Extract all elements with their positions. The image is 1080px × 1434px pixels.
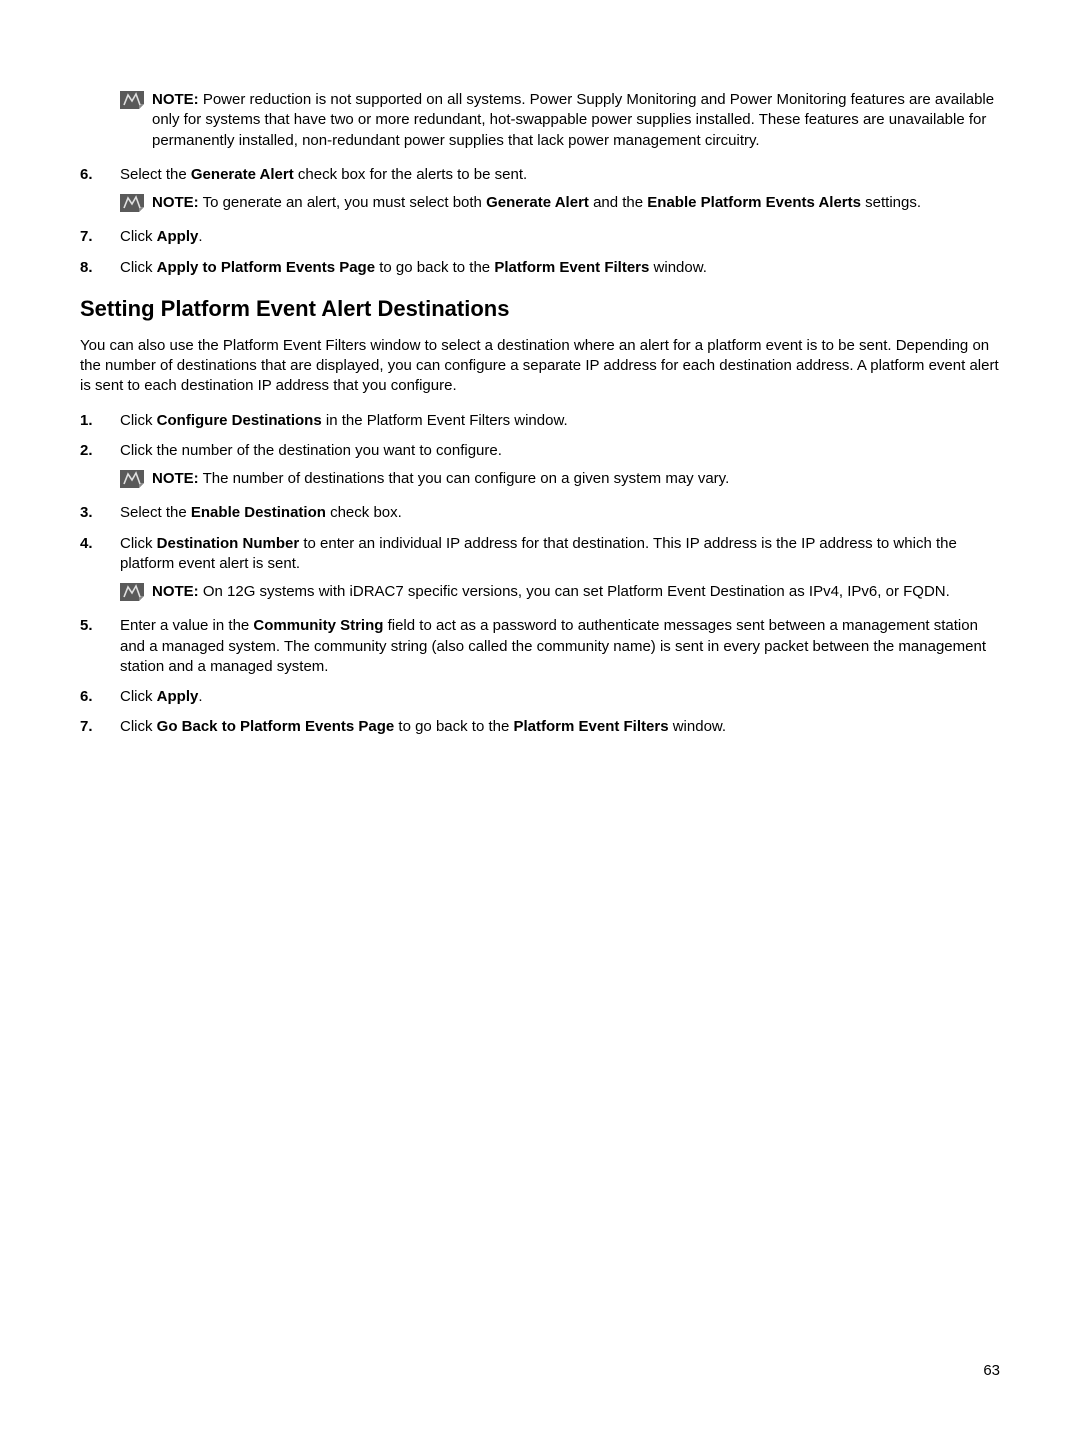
note-body: Power reduction is not supported on all …: [152, 91, 994, 149]
note-block: NOTE: To generate an alert, you must sel…: [120, 193, 1000, 213]
text: Click the number of the destination you …: [120, 442, 502, 459]
list-number: 6.: [80, 165, 120, 218]
text: Select the: [120, 504, 191, 521]
text: and the: [589, 194, 647, 211]
text: window.: [669, 718, 727, 735]
text: Click: [120, 718, 157, 735]
intro-paragraph: You can also use the Platform Event Filt…: [80, 336, 1000, 397]
list-number: 7.: [80, 227, 120, 247]
text: window.: [649, 259, 707, 276]
list-item: 6. Click Apply.: [80, 687, 1000, 707]
term: Apply: [157, 688, 199, 705]
note-icon: [120, 194, 144, 212]
term: Apply to Platform Events Page: [157, 259, 375, 276]
list-body: Click Configure Destinations in the Plat…: [120, 411, 1000, 431]
indent-pad: [80, 90, 120, 155]
text: .: [198, 228, 202, 245]
document-page: NOTE: Power reduction is not supported o…: [0, 0, 1080, 788]
term: Enable Destination: [191, 504, 326, 521]
text: Click: [120, 688, 157, 705]
note-text: NOTE: On 12G systems with iDRAC7 specifi…: [152, 582, 1000, 602]
term: Destination Number: [157, 535, 300, 552]
list-body: Select the Enable Destination check box.: [120, 503, 1000, 523]
list-item: 5. Enter a value in the Community String…: [80, 616, 1000, 677]
term: Configure Destinations: [157, 412, 322, 429]
list-item: 4. Click Destination Number to enter an …: [80, 534, 1000, 607]
text: to go back to the: [375, 259, 494, 276]
list-item: 2. Click the number of the destination y…: [80, 441, 1000, 494]
text: settings.: [861, 194, 921, 211]
text: Click: [120, 259, 157, 276]
note-label: NOTE:: [152, 91, 199, 108]
note-icon: [120, 583, 144, 601]
list-item: 3. Select the Enable Destination check b…: [80, 503, 1000, 523]
text: Select the: [120, 166, 191, 183]
list-body: Click the number of the destination you …: [120, 441, 1000, 494]
list-number: 6.: [80, 687, 120, 707]
list-item: 7. Click Go Back to Platform Events Page…: [80, 717, 1000, 737]
text: check box.: [326, 504, 402, 521]
note-block: NOTE: Power reduction is not supported o…: [120, 90, 1000, 151]
text: in the Platform Event Filters window.: [322, 412, 568, 429]
section-heading: Setting Platform Event Alert Destination…: [80, 296, 1000, 322]
ordered-list-top: 6. Select the Generate Alert check box f…: [80, 165, 1000, 278]
ordered-list-bottom: 1. Click Configure Destinations in the P…: [80, 411, 1000, 738]
note-row-wrap: NOTE: Power reduction is not supported o…: [80, 90, 1000, 155]
note-label: NOTE:: [152, 583, 199, 600]
list-body: Click Apply.: [120, 227, 1000, 247]
note-block: NOTE: The number of destinations that yo…: [120, 469, 1000, 489]
term: Go Back to Platform Events Page: [157, 718, 395, 735]
note-icon: [120, 470, 144, 488]
list-item: 8. Click Apply to Platform Events Page t…: [80, 258, 1000, 278]
list-number: 2.: [80, 441, 120, 494]
text: .: [198, 688, 202, 705]
term: Platform Event Filters: [514, 718, 669, 735]
term: Generate Alert: [191, 166, 294, 183]
list-number: 4.: [80, 534, 120, 607]
text: The number of destinations that you can …: [199, 470, 730, 487]
text: Click: [120, 228, 157, 245]
note-label: NOTE:: [152, 194, 199, 211]
list-number: 5.: [80, 616, 120, 677]
note-text: NOTE: To generate an alert, you must sel…: [152, 193, 1000, 213]
text: On 12G systems with iDRAC7 specific vers…: [199, 583, 950, 600]
term: Generate Alert: [486, 194, 589, 211]
list-body: Click Apply to Platform Events Page to g…: [120, 258, 1000, 278]
text: Enter a value in the: [120, 617, 253, 634]
note-text: NOTE: Power reduction is not supported o…: [152, 90, 1000, 151]
list-item: 7. Click Apply.: [80, 227, 1000, 247]
list-body: Click Destination Number to enter an ind…: [120, 534, 1000, 607]
list-item: 6. Select the Generate Alert check box f…: [80, 165, 1000, 218]
text: Click: [120, 535, 157, 552]
list-number: 3.: [80, 503, 120, 523]
term: Platform Event Filters: [494, 259, 649, 276]
list-body: Click Go Back to Platform Events Page to…: [120, 717, 1000, 737]
list-body: Select the Generate Alert check box for …: [120, 165, 1000, 218]
note-label: NOTE:: [152, 470, 199, 487]
list-item: 1. Click Configure Destinations in the P…: [80, 411, 1000, 431]
list-number: 1.: [80, 411, 120, 431]
page-number: 63: [983, 1362, 1000, 1379]
note-block: NOTE: On 12G systems with iDRAC7 specifi…: [120, 582, 1000, 602]
list-body: Click Apply.: [120, 687, 1000, 707]
list-number: 7.: [80, 717, 120, 737]
note-icon: [120, 91, 144, 109]
text: To generate an alert, you must select bo…: [199, 194, 486, 211]
note-text: NOTE: The number of destinations that yo…: [152, 469, 1000, 489]
term: Enable Platform Events Alerts: [647, 194, 861, 211]
text: check box for the alerts to be sent.: [294, 166, 527, 183]
term: Community String: [253, 617, 383, 634]
text: Click: [120, 412, 157, 429]
term: Apply: [157, 228, 199, 245]
text: to go back to the: [394, 718, 513, 735]
list-number: 8.: [80, 258, 120, 278]
list-body: Enter a value in the Community String fi…: [120, 616, 1000, 677]
